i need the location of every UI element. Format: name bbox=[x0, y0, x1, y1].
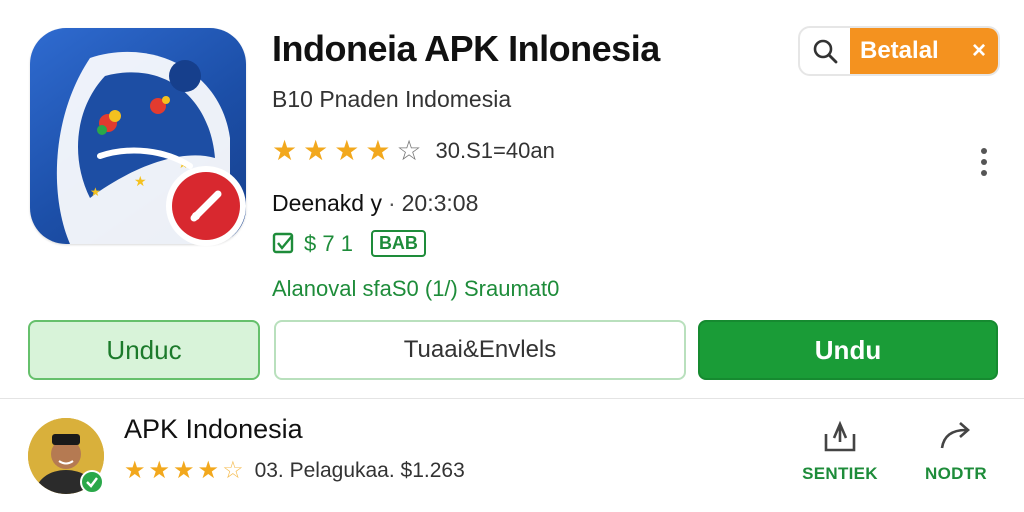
developer-info: Deenakd y · 20:3:08 bbox=[272, 190, 478, 217]
forward-label: NODTR bbox=[925, 464, 987, 483]
share-label: SENTIEK bbox=[802, 464, 878, 483]
star-icon: ★ bbox=[124, 457, 146, 484]
app-rating: ★ ★ ★ ★ ☆ 30.S1=40an bbox=[272, 134, 555, 168]
divider bbox=[0, 398, 1024, 399]
app-subtitle: B10 Pnaden Indomesia bbox=[272, 86, 512, 112]
star-icon: ★ bbox=[334, 135, 360, 166]
separator-dot: · bbox=[387, 190, 396, 216]
verified-check-icon bbox=[80, 470, 104, 494]
detail-label: Betalal bbox=[860, 37, 939, 64]
meta-text: $ 7 1 bbox=[304, 230, 353, 256]
app-meta: $ 7 1 BAB bbox=[272, 230, 426, 257]
search-icon bbox=[813, 39, 838, 64]
search-detail-bar[interactable]: Betalal × bbox=[798, 26, 1000, 76]
availability-note: Alanoval sfaS0 (1/) Sraumat0 bbox=[272, 276, 560, 301]
star-icon: ★ bbox=[303, 135, 329, 166]
publisher-rating: ★ ★ ★ ★ ☆ 03. Pelagukaa. $1.263 bbox=[124, 458, 465, 484]
close-icon[interactable]: × bbox=[972, 37, 986, 65]
star-icon: ★ bbox=[173, 457, 195, 484]
forward-arrow-icon bbox=[940, 422, 970, 449]
verified-badge-icon bbox=[166, 166, 246, 246]
detail-button[interactable]: Betalal × bbox=[850, 28, 998, 74]
details-button[interactable]: Tuaai&Envlels bbox=[274, 320, 686, 380]
meta-badge: BAB bbox=[370, 230, 426, 257]
forward-action[interactable]: NODTR bbox=[906, 418, 1006, 484]
star-half-icon: ☆ bbox=[222, 457, 244, 484]
star-icon: ★ bbox=[272, 135, 298, 166]
svg-text:★: ★ bbox=[90, 185, 101, 199]
release-date: 20:3:08 bbox=[401, 190, 479, 216]
share-icon bbox=[824, 420, 856, 452]
more-options-icon[interactable] bbox=[970, 142, 998, 182]
publisher-name[interactable]: APK Indonesia bbox=[124, 414, 303, 445]
download-secondary-button[interactable]: Unduc bbox=[28, 320, 260, 380]
svg-text:★: ★ bbox=[134, 174, 147, 190]
star-icon: ★ bbox=[197, 457, 220, 484]
developer-label: Deenakd y bbox=[272, 190, 382, 216]
download-button[interactable]: Undu bbox=[698, 320, 998, 380]
app-title: Indoneia APK Inlonesia bbox=[272, 28, 660, 69]
checkbox-icon bbox=[272, 232, 294, 253]
star-icon: ★ bbox=[365, 135, 391, 166]
star-icon: ★ bbox=[148, 457, 171, 484]
search-button[interactable] bbox=[800, 28, 850, 74]
share-action[interactable]: SENTIEK bbox=[790, 418, 890, 484]
publisher-rating-text: 03. Pelagukaa. $1.263 bbox=[254, 459, 465, 482]
rating-count: 30.S1=40an bbox=[435, 138, 555, 163]
star-outline-icon: ☆ bbox=[396, 135, 422, 166]
